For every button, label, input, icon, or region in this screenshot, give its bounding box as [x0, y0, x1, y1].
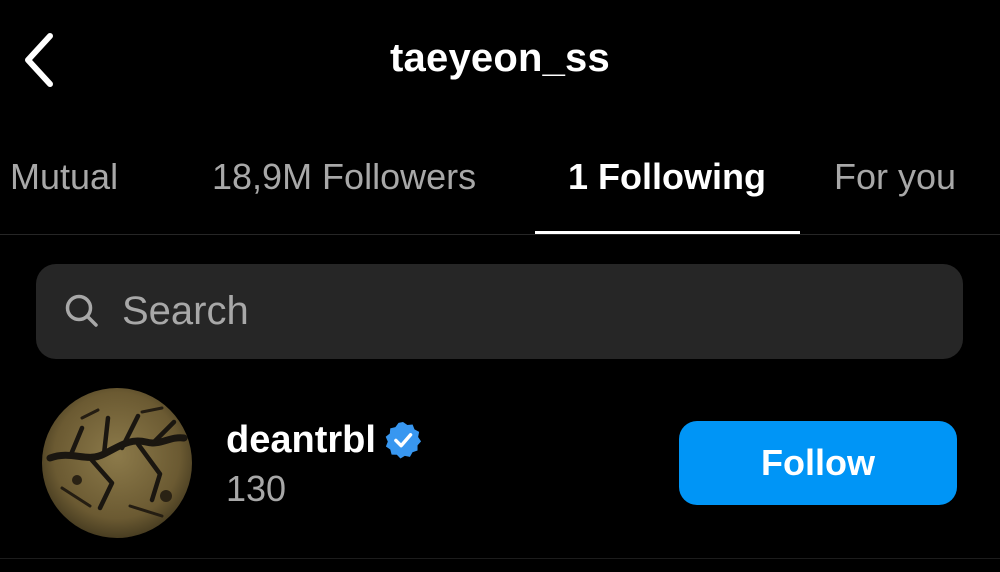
search-bar[interactable] — [36, 264, 963, 359]
search-icon — [65, 294, 98, 327]
list-item[interactable]: deantrbl 130 Follow — [0, 388, 1000, 559]
verified-badge-icon — [385, 421, 421, 459]
page-title: taeyeon_ss — [390, 36, 610, 80]
follower-subtitle: 130 — [226, 468, 287, 509]
follow-button[interactable]: Follow — [679, 421, 957, 505]
avatar[interactable] — [42, 388, 192, 538]
tab-bar: 3 Mutual 18,9M Followers 1 Following For… — [0, 120, 1000, 235]
header: taeyeon_ss — [0, 0, 1000, 120]
active-tab-indicator — [535, 231, 800, 234]
tab-for-you[interactable]: For you — [834, 156, 956, 198]
avatar-image — [42, 388, 192, 538]
search-input[interactable] — [122, 264, 942, 359]
tab-following[interactable]: 1 Following — [568, 156, 766, 198]
tab-followers[interactable]: 18,9M Followers — [212, 156, 476, 198]
username: deantrbl — [226, 418, 376, 461]
username-link[interactable]: deantrbl — [226, 418, 422, 462]
tab-mutual[interactable]: 3 Mutual — [0, 156, 118, 198]
